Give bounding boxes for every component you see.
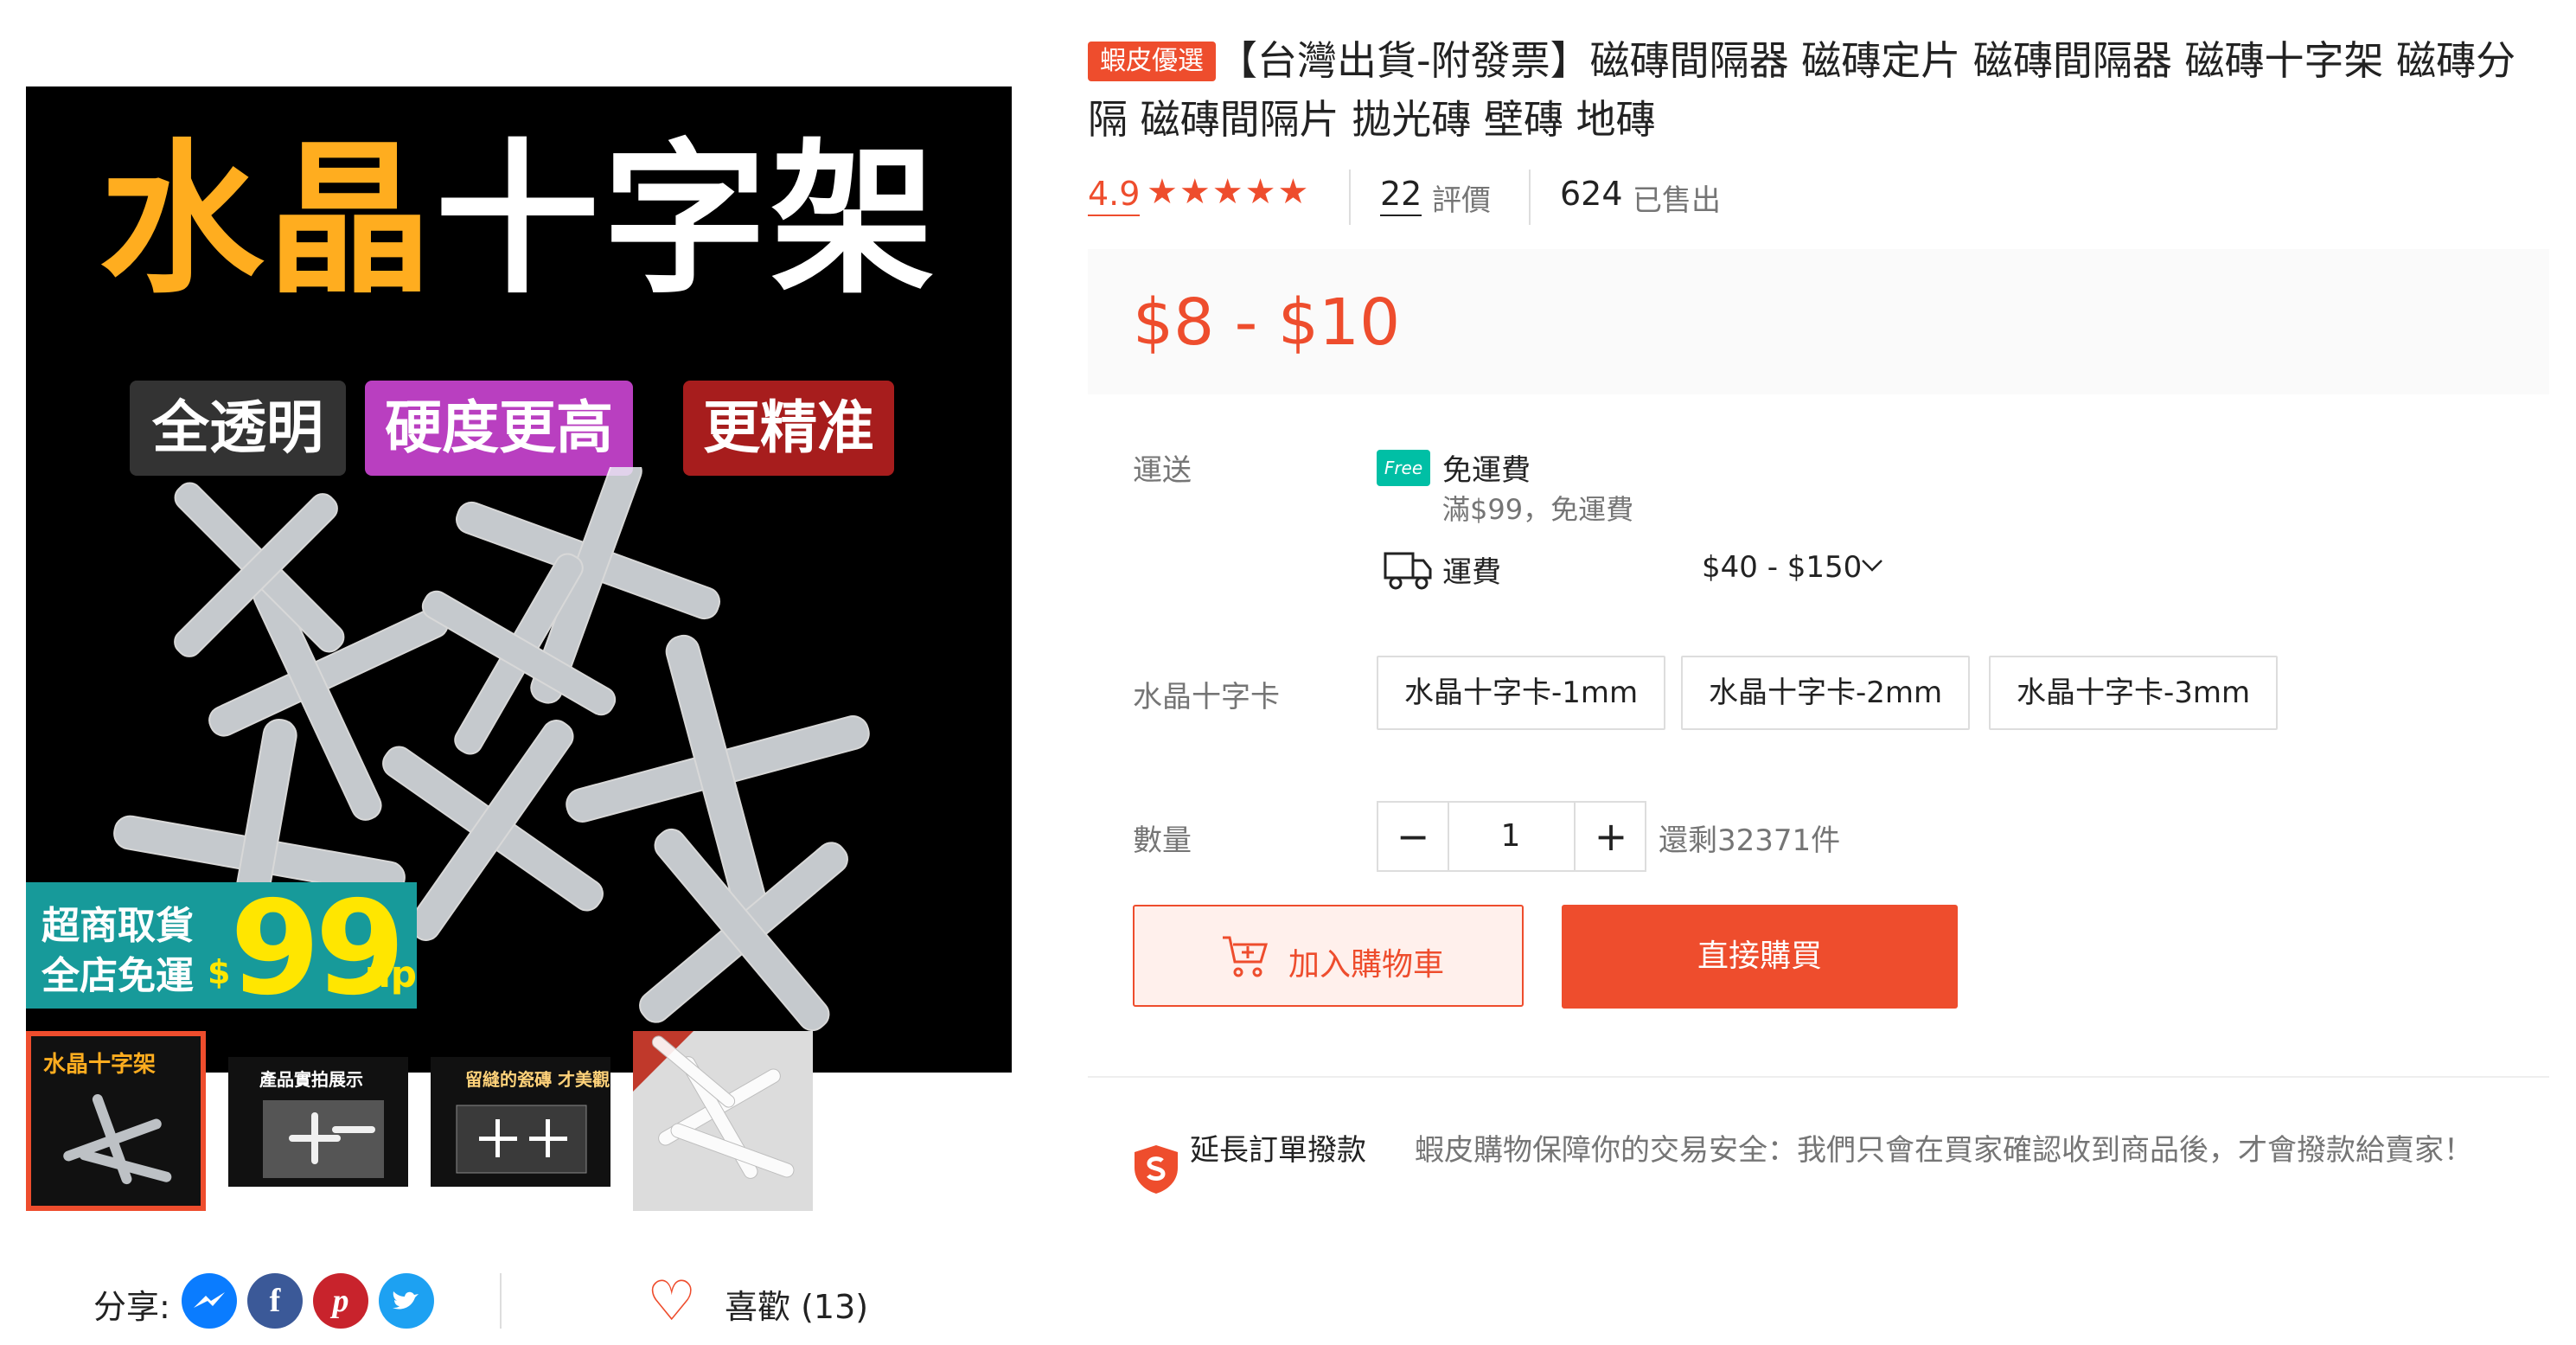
shipping-label: 運送: [1133, 453, 1192, 488]
thumbnail[interactable]: 留縫的瓷磚 才美觀: [431, 1057, 610, 1187]
heart-icon[interactable]: ♡: [647, 1271, 696, 1332]
variant-option-2mm[interactable]: 水晶十字卡-2mm: [1681, 656, 1971, 730]
truck-icon: [1384, 552, 1432, 590]
promo-line-2: 全店免運: [42, 954, 194, 998]
messenger-icon[interactable]: [182, 1273, 237, 1329]
buy-now-button[interactable]: 直接購買: [1562, 905, 1958, 1009]
free-shipping-condition: 滿$99，免運費: [1442, 493, 1634, 526]
add-to-cart-button[interactable]: 加入購物車: [1133, 905, 1524, 1007]
twitter-icon[interactable]: [379, 1273, 434, 1329]
review-label: 評價: [1432, 183, 1491, 218]
variant-option-1mm[interactable]: 水晶十字卡-1mm: [1377, 656, 1666, 730]
quantity-input[interactable]: 1: [1449, 803, 1572, 870]
divider: [1529, 170, 1531, 225]
like-count[interactable]: 喜歡 (13): [725, 1280, 868, 1328]
shield-icon: [1135, 1145, 1178, 1194]
price-section: $8 - $10: [1088, 249, 2549, 394]
image-tag: 更精准: [683, 381, 894, 476]
thumbnail[interactable]: 水晶十字架: [26, 1031, 206, 1211]
divider: [1088, 1076, 2549, 1078]
add-to-cart-label: 加入購物車: [1288, 947, 1445, 983]
stock-remaining: 還剩32371件: [1659, 823, 1841, 858]
quantity-increase-button[interactable]: +: [1574, 803, 1646, 870]
thumbnail[interactable]: [633, 1031, 813, 1211]
share-label: 分享:: [93, 1288, 170, 1326]
thumbnail[interactable]: 產品實拍展示: [228, 1057, 408, 1187]
thumbnail-caption: 水晶十字架: [43, 1052, 157, 1078]
thumbnail-caption: 留縫的瓷磚 才美觀: [465, 1069, 610, 1090]
crystal-spacers-illustration: [63, 1094, 172, 1185]
guarantee-text: 蝦皮購物保障你的交易安全：我們只會在買家確認收到商品後，才會撥款給賣家！: [1415, 1133, 2473, 1168]
image-headline: 水晶十字架: [99, 125, 939, 316]
quantity-stepper: − 1 +: [1377, 801, 1646, 872]
sold-label: 已售出: [1633, 183, 1721, 218]
crystal-spacers-illustration: [456, 1105, 587, 1174]
image-tag: 硬度更高: [365, 381, 633, 476]
thumbnail-caption: 產品實拍展示: [259, 1069, 363, 1090]
variant-option-3mm[interactable]: 水晶十字卡-3mm: [1989, 656, 2279, 730]
cart-icon: [1223, 936, 1269, 977]
variant-label: 水晶十字卡: [1133, 680, 1280, 714]
quantity-label: 數量: [1133, 823, 1192, 858]
promo-banner: 超商取貨 全店免運 $ 99 up: [26, 882, 417, 1009]
shipping-fee-label: 運費: [1442, 555, 1501, 590]
free-shipping-text: 免運費: [1442, 453, 1531, 488]
promo-currency: $: [208, 953, 231, 991]
divider: [1349, 170, 1351, 225]
quantity-decrease-button[interactable]: −: [1378, 803, 1449, 870]
product-title: 【台灣出貨-附發票】磁磚間隔器 磁磚定片 磁磚間隔器 磁磚十字架 磁磚分隔 磁磚…: [1088, 37, 2516, 143]
promo-suffix: up: [365, 953, 417, 996]
review-count[interactable]: 22: [1380, 173, 1422, 216]
image-tag: 全透明: [130, 381, 346, 476]
guarantee-title[interactable]: 延長訂單撥款: [1190, 1131, 1380, 1169]
price-range: $8 - $10: [1133, 285, 1401, 360]
pinterest-icon[interactable]: p: [313, 1273, 368, 1329]
free-shipping-icon: Free: [1377, 450, 1430, 486]
facebook-icon[interactable]: f: [247, 1273, 303, 1329]
share-divider: [500, 1273, 502, 1329]
rating-score[interactable]: 4.9: [1088, 173, 1141, 216]
preferred-badge: 蝦皮優選: [1088, 42, 1216, 81]
promo-line-1: 超商取貨: [42, 904, 194, 948]
crystal-spacers-illustration: [263, 1100, 384, 1178]
rating-stars-icon: ★★★★★: [1147, 172, 1311, 212]
sold-count: 624: [1560, 175, 1623, 213]
crystal-spacers-illustration: [633, 1031, 795, 1179]
chevron-down-icon[interactable]: [1859, 552, 1885, 578]
shipping-fee-dropdown[interactable]: $40 - $150: [1702, 550, 1862, 585]
